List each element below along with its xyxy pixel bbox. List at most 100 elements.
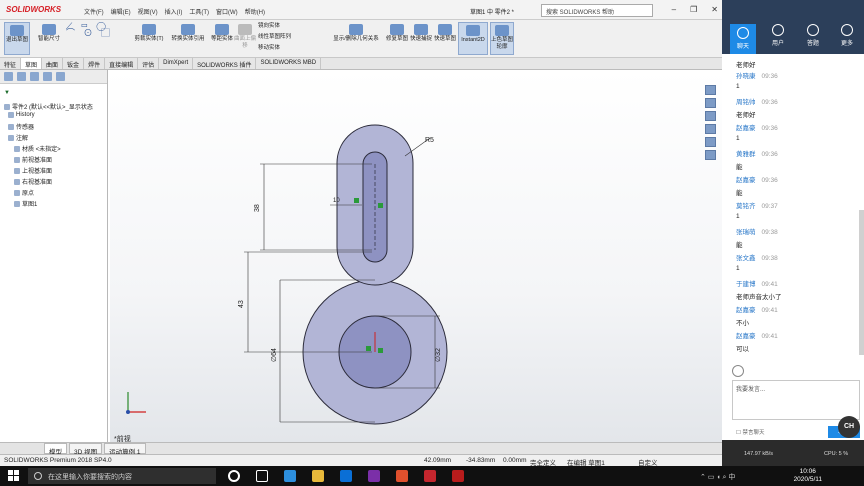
tab-weldments[interactable]: 焊件	[84, 58, 106, 69]
tab-more[interactable]: 更多	[834, 24, 860, 47]
feature-manager-icon[interactable]	[4, 72, 13, 81]
menu-tools[interactable]: 工具(T)	[189, 7, 209, 16]
filter-icon[interactable]: ▼	[4, 90, 10, 96]
convert-icon	[181, 24, 195, 35]
mirror-entities-button[interactable]: 镜向实体	[258, 23, 328, 33]
tree-item-top-plane[interactable]: 上视基准面	[14, 166, 52, 175]
tab-chat[interactable]: 聊天	[730, 24, 756, 54]
menu-insert[interactable]: 插入(I)	[165, 7, 183, 16]
tab-users[interactable]: 用户	[765, 24, 791, 47]
pdf-icon[interactable]	[452, 470, 464, 482]
graphics-area[interactable]: R5 38 10 43 ∅64 ∅32 *前视	[110, 70, 722, 443]
view-palette-icon[interactable]	[705, 124, 716, 134]
command-manager: 退出草图 智能尺寸 ⟋ ▭ ◯ ⌒ ⊙ ▢ 剪裁实体(T) 转换实体引用 等距实体…	[0, 20, 722, 58]
trim-icon	[142, 24, 156, 35]
tab-direct-editing[interactable]: 直接编辑	[105, 58, 139, 69]
dimxpert-manager-icon[interactable]	[43, 72, 52, 81]
display-manager-icon[interactable]	[56, 72, 65, 81]
exit-sketch-button[interactable]: 退出草图	[4, 22, 30, 55]
dim-text-43[interactable]: 43	[238, 300, 245, 308]
move-entities-button[interactable]: 移动实体	[258, 45, 328, 55]
menu-view[interactable]: 视图(V)	[138, 7, 158, 16]
file-explorer-icon[interactable]	[312, 470, 324, 482]
input-method-badge[interactable]: CH	[838, 416, 860, 438]
design-library-icon[interactable]	[705, 98, 716, 108]
tab-addins[interactable]: SOLIDWORKS 插件	[193, 58, 257, 69]
system-tray[interactable]: ⌃ ▭ ◖ ⌕ 中	[700, 472, 735, 482]
appearances-icon[interactable]	[705, 137, 716, 147]
users-icon	[772, 24, 784, 36]
file-explorer-icon[interactable]	[705, 111, 716, 121]
tab-dimxpert[interactable]: DimXpert	[159, 58, 194, 69]
menu-edit[interactable]: 编辑(E)	[111, 7, 131, 16]
tab-surfaces[interactable]: 曲面	[42, 58, 64, 69]
tree-item-annotations[interactable]: 注解	[8, 133, 28, 142]
task-view-icon[interactable]	[256, 470, 268, 482]
restore-button[interactable]: ❐	[690, 5, 697, 14]
dim-text-r5[interactable]: R5	[425, 137, 434, 144]
instant2d-button[interactable]: Instant2D	[458, 22, 488, 55]
menu-file[interactable]: 文件(F)	[84, 7, 104, 16]
solidworks-window: SOLIDWORKS 文件(F) 编辑(E) 视图(V) 插入(I) 工具(T)…	[0, 0, 722, 467]
tab-features[interactable]: 特征	[0, 58, 22, 69]
cortana-icon[interactable]	[228, 470, 240, 482]
sketch-entities-group[interactable]: ⟋ ▭ ◯ ⌒ ⊙ ▢	[66, 22, 126, 53]
tree-item-material[interactable]: 材质 <未指定>	[14, 144, 61, 153]
chat-input[interactable]: 我要发言...	[732, 380, 860, 420]
sketch-drawing[interactable]: R5 38 10 43 ∅64 ∅32 *前视	[110, 70, 722, 443]
property-manager-icon[interactable]	[17, 72, 26, 81]
tab-motion-study[interactable]: 运动算例 1	[104, 443, 146, 456]
tree-item-front-plane[interactable]: 前视基准面	[14, 155, 52, 164]
tree-item-sketch1[interactable]: 草图1	[14, 199, 37, 208]
dim-text-10[interactable]: 10	[333, 198, 340, 204]
status-x: 42.09mm	[424, 457, 452, 464]
display-relations-button[interactable]: 显示/删除几何关系	[328, 22, 384, 55]
dim-text-38[interactable]: 38	[254, 204, 261, 212]
windows-start-icon[interactable]	[8, 470, 20, 482]
tree-item-right-plane[interactable]: 右视基准面	[14, 177, 52, 186]
resources-icon[interactable]	[705, 85, 716, 95]
tab-3d-view[interactable]: 3D 视图	[69, 443, 103, 456]
edge-icon[interactable]	[284, 470, 296, 482]
minimize-button[interactable]: –	[672, 5, 676, 14]
tree-item-history[interactable]: History	[8, 112, 35, 118]
tab-model[interactable]: 模型	[44, 443, 67, 456]
taskbar-search[interactable]: 在这里输入你要搜索的内容	[28, 468, 216, 484]
close-button[interactable]: ✕	[711, 5, 718, 14]
tab-quiz[interactable]: 答题	[800, 24, 826, 47]
tab-mbd[interactable]: SOLIDWORKS MBD	[256, 58, 322, 69]
configuration-manager-icon[interactable]	[30, 72, 39, 81]
dim-text-32[interactable]: ∅32	[435, 348, 442, 362]
tab-evaluate[interactable]: 评估	[138, 58, 160, 69]
custom-properties-icon[interactable]	[705, 150, 716, 160]
surface-offset-button[interactable]: 曲面上偏移	[234, 22, 256, 55]
linear-pattern-button[interactable]: 线性草图阵列	[258, 34, 328, 44]
store-icon[interactable]	[340, 470, 352, 482]
repair-sketch-button[interactable]: 修复草图	[386, 22, 408, 55]
menu-help[interactable]: 帮助(H)	[245, 7, 265, 16]
onenote-icon[interactable]	[368, 470, 380, 482]
app-icon[interactable]	[396, 470, 408, 482]
tree-root[interactable]: 零件2 (默认<<默认>_显示状态	[4, 102, 93, 111]
window-controls: – ❐ ✕	[672, 5, 718, 14]
clock[interactable]: 10:06 2020/5/11	[794, 468, 822, 484]
tab-sheet-metal[interactable]: 钣金	[63, 58, 85, 69]
search-icon	[34, 472, 42, 480]
chat-scrollbar[interactable]	[859, 210, 864, 355]
smart-dimension-button[interactable]: 智能尺寸	[34, 22, 64, 55]
help-search-input[interactable]: 搜索 SOLIDWORKS 帮助	[541, 4, 653, 17]
shaded-contours-button[interactable]: 上色草图轮廓	[490, 22, 514, 55]
rapid-sketch-button[interactable]: 快速草图	[434, 22, 456, 55]
mute-chat-checkbox[interactable]: ☐ 禁言聊天	[736, 428, 764, 436]
emoji-icon[interactable]	[732, 365, 744, 377]
trim-entities-button[interactable]: 剪裁实体(T)	[132, 22, 166, 55]
tree-item-sensors[interactable]: 传感器	[8, 122, 34, 131]
tab-sketch[interactable]: 草图	[21, 58, 43, 69]
quick-snaps-button[interactable]: 快速捕捉	[410, 22, 432, 55]
convert-entities-button[interactable]: 转换实体引用	[168, 22, 208, 55]
dim-text-64[interactable]: ∅64	[271, 348, 278, 362]
offset-entities-button[interactable]: 等距实体	[210, 22, 234, 55]
tree-item-origin[interactable]: 原点	[14, 188, 34, 197]
solidworks-taskbar-icon[interactable]	[424, 470, 436, 482]
menu-window[interactable]: 窗口(W)	[216, 7, 238, 16]
